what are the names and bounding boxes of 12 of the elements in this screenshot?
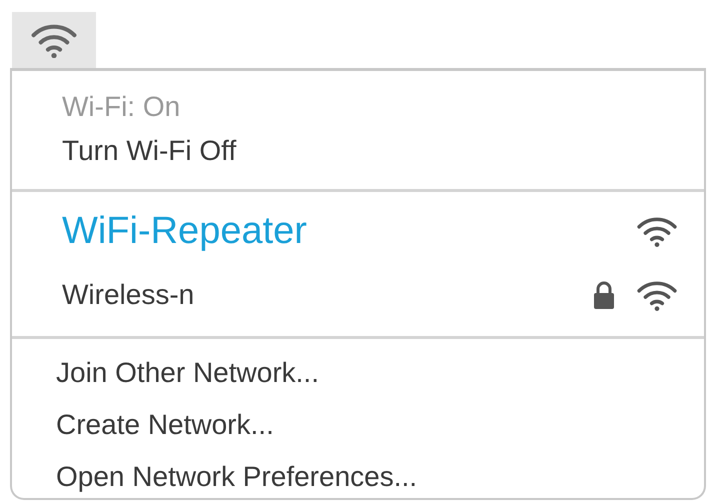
network-item[interactable]: Wireless-n (12, 264, 704, 326)
network-name: Wireless-n (62, 279, 196, 311)
wifi-icon (636, 215, 678, 247)
menu-item[interactable]: Join Other Network... (12, 347, 704, 399)
wifi-status: Wi-Fi: On (61, 90, 182, 124)
menu-item[interactable]: Create Network... (12, 399, 704, 451)
wifi-icon (636, 279, 678, 311)
menu-item[interactable]: Turn Wi-Fi Off (12, 129, 704, 183)
menu-bar-wifi-button[interactable] (12, 12, 96, 68)
menu-item[interactable]: Open Network Preferences... (12, 451, 704, 503)
wifi-icon (30, 22, 78, 58)
network-name: WiFi-Repeater (62, 210, 308, 252)
